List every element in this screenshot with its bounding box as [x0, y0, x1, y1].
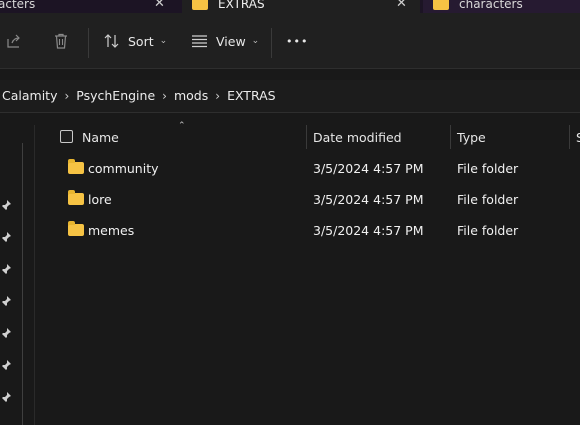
pin-icon[interactable] — [0, 391, 12, 403]
command-bar: Sort ⌄ View ⌄ ••• — [0, 13, 580, 68]
view-label: View — [216, 33, 246, 49]
file-date: 3/5/2024 4:57 PM — [313, 161, 424, 176]
pin-icon[interactable] — [0, 231, 12, 243]
column-separator[interactable] — [450, 125, 451, 149]
share-icon — [7, 34, 20, 48]
column-header-date[interactable]: Date modified — [313, 130, 402, 145]
pin-icon[interactable] — [0, 263, 12, 275]
file-type: File folder — [457, 192, 519, 207]
breadcrumb-item[interactable]: PsychEngine — [76, 88, 155, 103]
breadcrumb-item[interactable]: mods — [174, 88, 208, 103]
address-bar[interactable]: Calamity › PsychEngine › mods › EXTRAS — [0, 80, 580, 112]
select-all-checkbox[interactable] — [60, 130, 73, 143]
close-icon[interactable]: ✕ — [396, 0, 407, 11]
file-row[interactable]: lore 3/5/2024 4:57 PM File folder — [35, 184, 580, 215]
sort-label: Sort — [128, 33, 154, 49]
folder-icon — [433, 0, 449, 10]
column-header-size[interactable]: S — [576, 130, 580, 145]
divider — [0, 68, 580, 69]
column-header-name[interactable]: Name — [82, 130, 119, 145]
divider — [0, 112, 580, 113]
more-options-button[interactable]: ••• — [286, 27, 308, 55]
breadcrumb: Calamity › PsychEngine › mods › EXTRAS — [2, 88, 276, 103]
column-separator[interactable] — [569, 125, 570, 149]
tab-label: characters — [459, 0, 523, 11]
file-row[interactable]: community 3/5/2024 4:57 PM File folder — [35, 153, 580, 184]
share-button[interactable] — [6, 27, 22, 55]
navigation-pane — [0, 113, 24, 425]
tab-characters-left[interactable]: acters ✕ — [0, 0, 182, 13]
pin-icon[interactable] — [0, 295, 12, 307]
toolbar-separator — [271, 28, 272, 58]
file-date: 3/5/2024 4:57 PM — [313, 192, 424, 207]
file-type: File folder — [457, 161, 519, 176]
tab-extras[interactable]: EXTRAS ✕ — [182, 0, 420, 13]
file-date: 3/5/2024 4:57 PM — [313, 223, 424, 238]
pin-icon[interactable] — [0, 359, 12, 371]
tab-characters-right[interactable]: characters — [423, 0, 580, 13]
chevron-right-icon[interactable]: › — [64, 89, 69, 103]
file-row[interactable]: memes 3/5/2024 4:57 PM File folder — [35, 215, 580, 246]
file-name: lore — [88, 192, 112, 207]
close-icon[interactable]: ✕ — [154, 0, 165, 11]
sort-button[interactable]: Sort ⌄ — [103, 27, 167, 55]
column-header-type[interactable]: Type — [457, 130, 486, 145]
column-header-row: ⌃ Name Date modified Type S — [35, 121, 580, 149]
delete-button[interactable] — [53, 27, 69, 55]
chevron-right-icon[interactable]: › — [162, 89, 167, 103]
folder-icon — [68, 190, 84, 205]
breadcrumb-item[interactable]: Calamity — [2, 88, 57, 103]
view-icon — [192, 35, 207, 48]
more-icon: ••• — [286, 34, 309, 48]
delete-icon — [55, 33, 67, 49]
tab-label: EXTRAS — [218, 0, 265, 11]
tab-label: acters — [0, 0, 36, 11]
tab-strip: acters ✕ EXTRAS ✕ characters — [0, 0, 580, 13]
file-name: community — [88, 161, 159, 176]
pin-icon[interactable] — [0, 327, 12, 339]
folder-icon — [68, 159, 84, 174]
file-name: memes — [88, 223, 135, 238]
sort-icon — [104, 34, 119, 48]
sort-ascending-icon: ⌃ — [178, 121, 186, 131]
file-type: File folder — [457, 223, 519, 238]
chevron-down-icon: ⌄ — [159, 36, 168, 46]
nav-scrollbar[interactable] — [22, 143, 23, 425]
chevron-down-icon: ⌄ — [251, 36, 260, 46]
pin-icon[interactable] — [0, 199, 12, 211]
folder-icon — [68, 221, 84, 236]
toolbar-separator — [88, 28, 89, 58]
folder-icon — [192, 0, 208, 10]
view-button[interactable]: View ⌄ — [191, 27, 259, 55]
chevron-right-icon[interactable]: › — [215, 89, 220, 103]
breadcrumb-item[interactable]: EXTRAS — [227, 88, 276, 103]
column-separator[interactable] — [306, 125, 307, 149]
